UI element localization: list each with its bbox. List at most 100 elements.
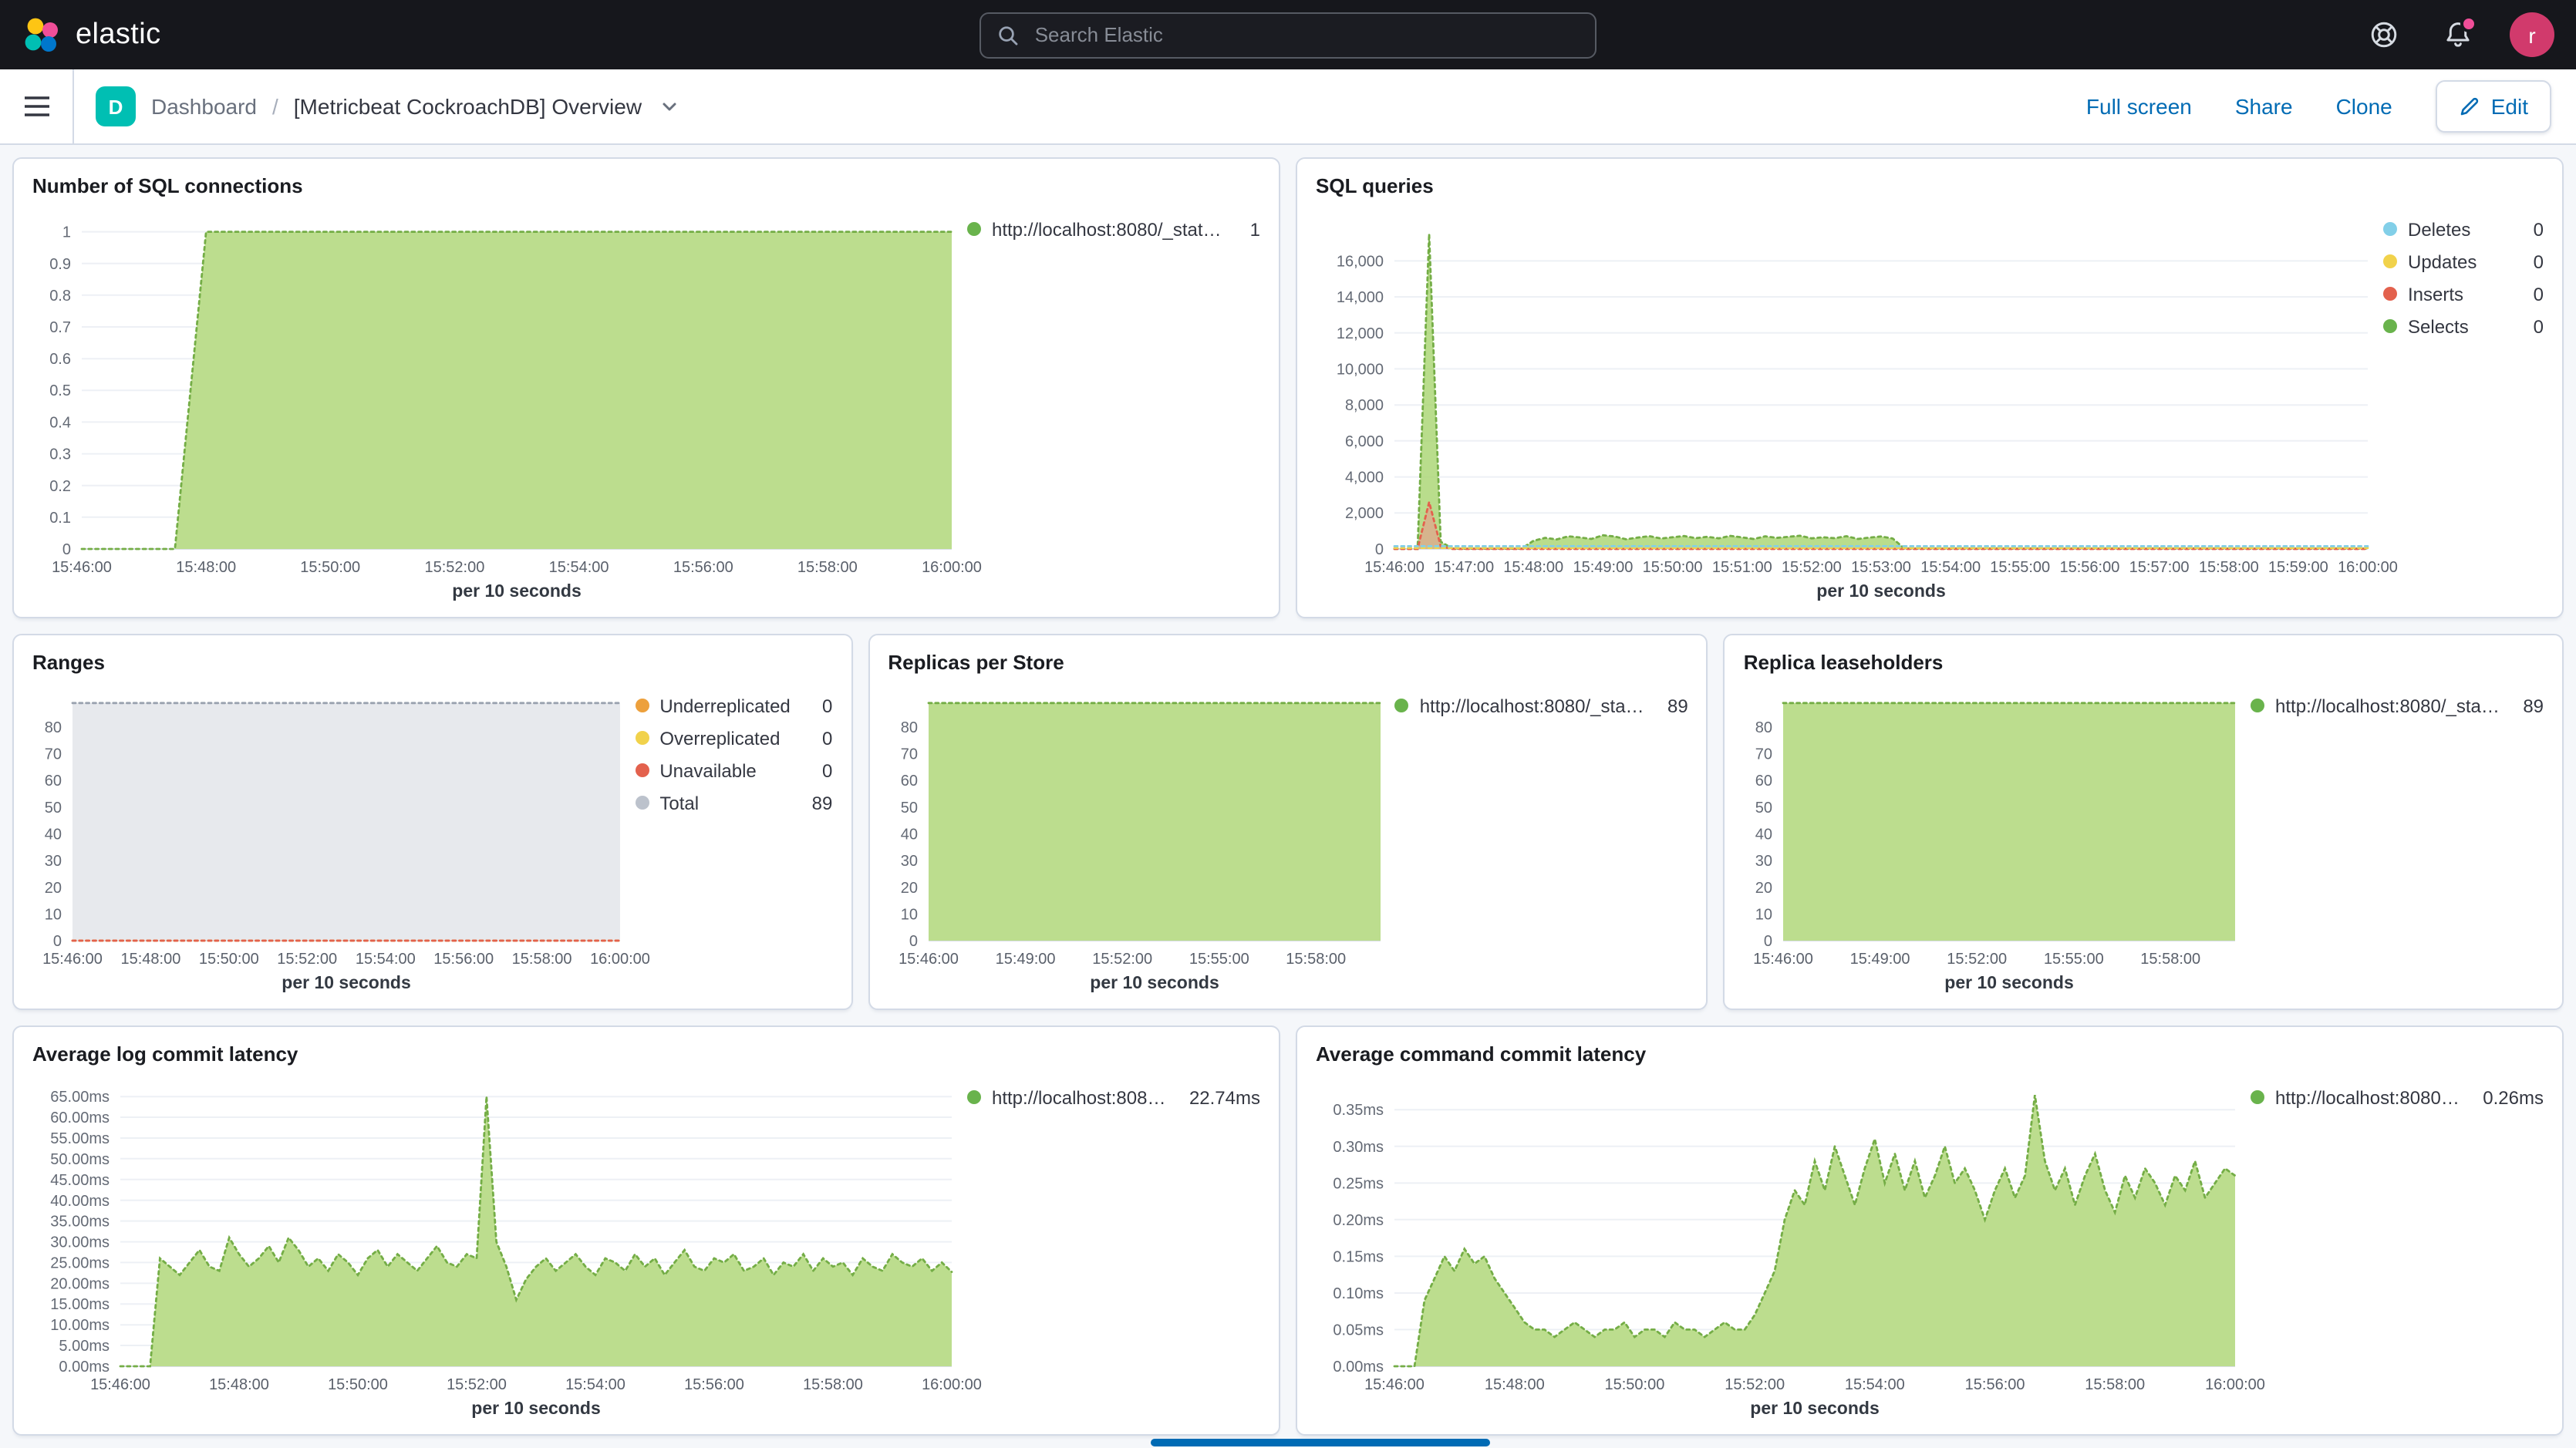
svg-text:15:54:00: 15:54:00: [1920, 559, 1981, 576]
legend-item[interactable]: Underreplicated0: [635, 689, 832, 722]
legend-item[interactable]: Overreplicated0: [635, 722, 832, 754]
svg-text:10: 10: [1755, 906, 1772, 923]
svg-text:0.25ms: 0.25ms: [1333, 1175, 1384, 1192]
elastic-logo-icon: [22, 15, 62, 55]
breadcrumb-dashboard-link[interactable]: Dashboard: [151, 94, 257, 119]
legend-label: Total: [659, 792, 796, 813]
svg-text:per 10 seconds: per 10 seconds: [471, 1398, 600, 1418]
svg-text:15:50:00: 15:50:00: [300, 559, 360, 576]
title-menu-button[interactable]: [660, 97, 679, 116]
legend-item[interactable]: http://localhost:8080/_sta… 89: [1395, 689, 1688, 722]
svg-text:40: 40: [45, 827, 62, 844]
legend-item[interactable]: Total89: [635, 786, 832, 819]
dashboard-toolbar: D Dashboard / [Metricbeat CockroachDB] O…: [0, 69, 2576, 145]
svg-text:15:58:00: 15:58:00: [2199, 559, 2259, 576]
svg-text:20: 20: [900, 880, 917, 897]
sql-queries-chart[interactable]: 02,0004,0006,0008,00010,00012,00014,0001…: [1316, 200, 2383, 604]
svg-text:12,000: 12,000: [1337, 325, 1384, 342]
ranges-chart[interactable]: 0102030405060708015:46:0015:48:0015:50:0…: [32, 677, 635, 996]
panel-title[interactable]: Average command commit latency: [1316, 1042, 2544, 1066]
sql-connections-chart[interactable]: 00.10.20.30.40.50.60.70.80.9115:46:0015:…: [32, 200, 967, 604]
svg-text:15:50:00: 15:50:00: [199, 951, 259, 968]
horizontal-scrollbar-thumb[interactable]: [1151, 1439, 1490, 1446]
notifications-button[interactable]: [2436, 13, 2479, 56]
svg-text:15:52:00: 15:52:00: [1092, 951, 1152, 968]
svg-text:per 10 seconds: per 10 seconds: [1090, 972, 1219, 992]
legend-item[interactable]: Selects0: [2383, 310, 2544, 342]
legend-item[interactable]: http://localhost:808…22.74ms: [967, 1081, 1260, 1113]
legend-value: 0: [2534, 315, 2544, 337]
replicas-per-store-chart[interactable]: 0102030405060708015:46:0015:49:0015:52:0…: [888, 677, 1394, 996]
svg-text:60.00ms: 60.00ms: [50, 1110, 110, 1126]
panel-title[interactable]: Replicas per Store: [888, 651, 1688, 674]
svg-text:70: 70: [1755, 746, 1772, 763]
svg-text:15:57:00: 15:57:00: [2129, 559, 2190, 576]
command-commit-latency-chart[interactable]: 0.00ms0.05ms0.10ms0.15ms0.20ms0.25ms0.30…: [1316, 1069, 2251, 1422]
panel-title[interactable]: Ranges: [32, 651, 832, 674]
svg-text:5.00ms: 5.00ms: [59, 1338, 110, 1355]
svg-text:15:54:00: 15:54:00: [549, 559, 609, 576]
svg-text:per 10 seconds: per 10 seconds: [452, 581, 581, 601]
legend-value: 0.26ms: [2483, 1086, 2544, 1108]
legend-label: Unavailable: [659, 759, 807, 781]
replica-leaseholders-legend: http://localhost:8080/_sta…89: [2251, 677, 2544, 996]
svg-text:15:56:00: 15:56:00: [684, 1376, 744, 1393]
legend-item[interactable]: http://localhost:8080/_stat…1: [967, 213, 1260, 245]
svg-text:0.7: 0.7: [49, 319, 71, 336]
svg-text:15:46:00: 15:46:00: [898, 951, 958, 968]
legend-item[interactable]: Inserts0: [2383, 278, 2544, 310]
full-screen-button[interactable]: Full screen: [2086, 94, 2192, 119]
svg-text:0.2: 0.2: [49, 478, 71, 495]
svg-text:10: 10: [900, 906, 917, 923]
legend-item[interactable]: http://localhost:8080…0.26ms: [2251, 1081, 2544, 1113]
panel-title[interactable]: Number of SQL connections: [32, 174, 1260, 197]
legend-dot: [1395, 699, 1409, 712]
svg-text:0.8: 0.8: [49, 288, 71, 305]
user-avatar[interactable]: r: [2510, 12, 2554, 57]
legend-label: Deletes: [2408, 218, 2518, 240]
legend-dot: [967, 222, 981, 236]
legend-item[interactable]: http://localhost:8080/_sta…89: [2251, 689, 2544, 722]
panel-title[interactable]: Replica leaseholders: [1744, 651, 2544, 674]
svg-text:50: 50: [45, 800, 62, 817]
svg-text:2,000: 2,000: [1345, 505, 1384, 522]
replica-leaseholders-chart[interactable]: 0102030405060708015:46:0015:49:0015:52:0…: [1744, 677, 2251, 996]
svg-text:15:55:00: 15:55:00: [1990, 559, 2050, 576]
legend-value: 89: [1667, 695, 1688, 716]
svg-text:15:53:00: 15:53:00: [1851, 559, 1911, 576]
legend-dot: [967, 1090, 981, 1104]
svg-text:0: 0: [909, 933, 917, 950]
svg-text:15:47:00: 15:47:00: [1434, 559, 1494, 576]
help-button[interactable]: [2362, 13, 2405, 56]
search-input[interactable]: [1032, 22, 1580, 48]
svg-text:45.00ms: 45.00ms: [50, 1172, 110, 1189]
svg-text:15:51:00: 15:51:00: [1712, 559, 1772, 576]
svg-text:15:46:00: 15:46:00: [52, 559, 112, 576]
svg-text:0: 0: [53, 933, 62, 950]
svg-text:15:46:00: 15:46:00: [1754, 951, 1814, 968]
menu-button[interactable]: [0, 69, 74, 143]
legend-label: Overreplicated: [659, 727, 807, 749]
panel-title[interactable]: Average log commit latency: [32, 1042, 1260, 1066]
legend-item[interactable]: Deletes0: [2383, 213, 2544, 245]
legend-item[interactable]: Updates0: [2383, 245, 2544, 278]
legend-item[interactable]: Unavailable0: [635, 754, 832, 786]
svg-text:30: 30: [900, 853, 917, 870]
share-button[interactable]: Share: [2235, 94, 2293, 119]
svg-text:40.00ms: 40.00ms: [50, 1193, 110, 1210]
breadcrumb: D Dashboard / [Metricbeat CockroachDB] O…: [74, 86, 700, 126]
svg-text:0.15ms: 0.15ms: [1333, 1248, 1384, 1265]
svg-text:50: 50: [900, 800, 917, 817]
svg-text:15:46:00: 15:46:00: [1364, 559, 1425, 576]
panel-title[interactable]: SQL queries: [1316, 174, 2544, 197]
legend-label: http://localhost:8080/_sta…: [1420, 695, 1652, 716]
clone-button[interactable]: Clone: [2336, 94, 2392, 119]
global-search[interactable]: [979, 12, 1597, 58]
svg-text:15:46:00: 15:46:00: [1364, 1376, 1425, 1393]
page-title: [Metricbeat CockroachDB] Overview: [294, 94, 642, 119]
edit-button[interactable]: Edit: [2436, 80, 2551, 133]
elastic-brand[interactable]: elastic: [22, 15, 161, 55]
svg-text:0: 0: [1765, 933, 1773, 950]
log-commit-latency-chart[interactable]: 0.00ms5.00ms10.00ms15.00ms20.00ms25.00ms…: [32, 1069, 967, 1422]
dashboard-row-3: Average log commit latency 0.00ms5.00ms1…: [12, 1025, 2564, 1436]
